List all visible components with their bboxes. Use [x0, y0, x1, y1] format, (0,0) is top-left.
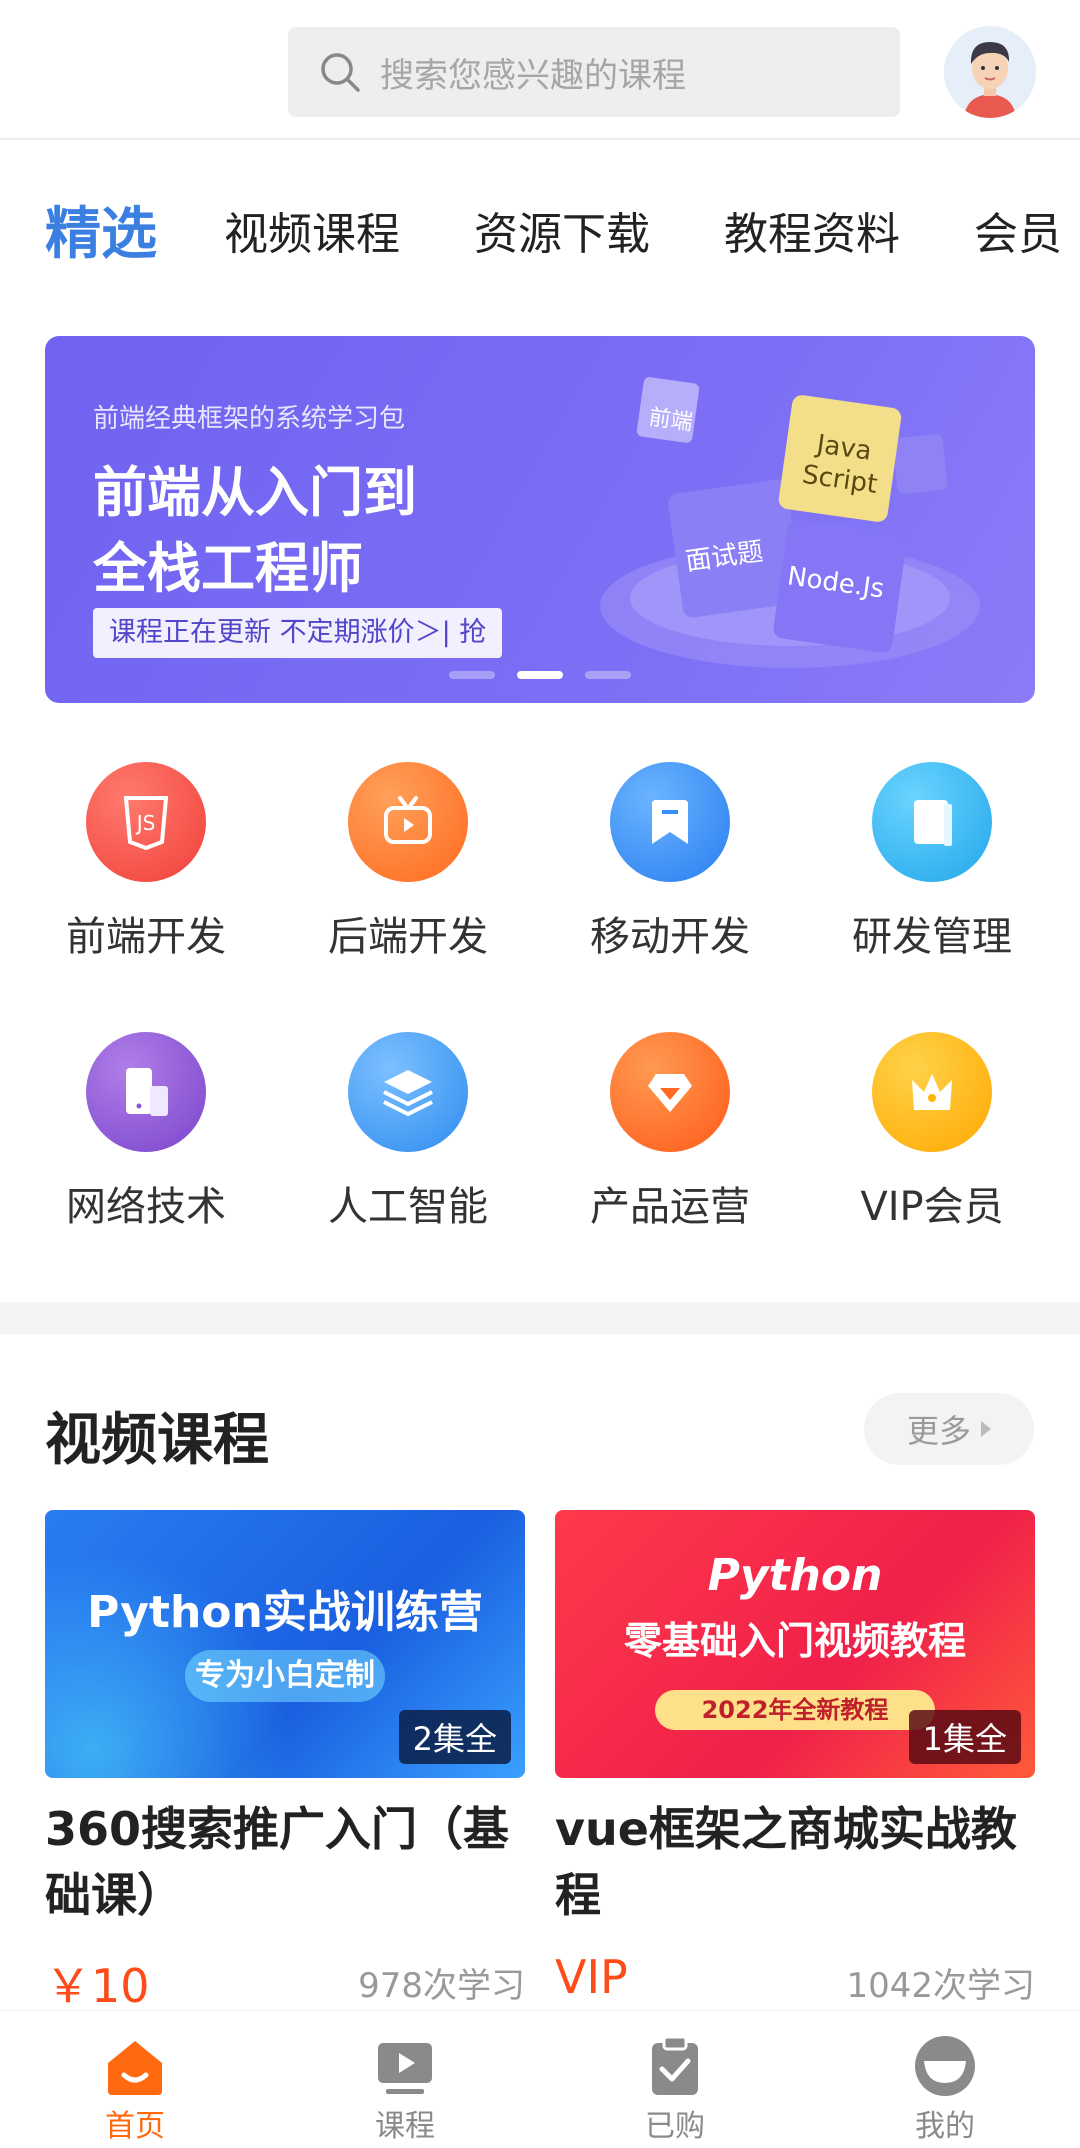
- episode-badge: 2集全: [398, 1710, 511, 1764]
- bookmark-icon: [610, 762, 730, 882]
- more-label: 更多: [906, 1412, 971, 1450]
- course-price: ￥10: [45, 1959, 150, 2013]
- devices-icon: [86, 1032, 206, 1152]
- nav-courses[interactable]: 课程: [305, 2011, 505, 2145]
- category-mobile[interactable]: 移动开发: [570, 762, 770, 962]
- banner-title-line2: 全栈工程师: [93, 537, 363, 600]
- tv-icon: [348, 762, 468, 882]
- more-button[interactable]: 更多: [864, 1393, 1034, 1465]
- carousel-dot-active[interactable]: [517, 671, 563, 679]
- promo-banner[interactable]: 前端 Java Script 面试题 Node.Js 前端经典框架的系统学习包 …: [45, 336, 1035, 703]
- category-label: VIP会员: [860, 1184, 1004, 1230]
- category-label: 研发管理: [852, 914, 1012, 960]
- carousel-dot[interactable]: [449, 671, 495, 679]
- banner-title-line1: 前端从入门到: [93, 461, 417, 524]
- thumb-title: Python实战训练营: [87, 1587, 483, 1638]
- tab-video-courses[interactable]: 视频课程: [224, 190, 400, 280]
- search-icon: [318, 50, 362, 94]
- chevron-right-icon: [981, 1421, 991, 1437]
- diamond-icon: [610, 1032, 730, 1152]
- tab-tutorial-materials[interactable]: 教程资料: [724, 190, 900, 280]
- top-bar: 搜索您感兴趣的课程: [0, 0, 1080, 140]
- course-study-count: 1042次学习: [846, 1966, 1035, 2006]
- search-placeholder: 搜索您感兴趣的课程: [380, 55, 686, 96]
- js-icon: JS: [86, 762, 206, 882]
- course-price: VIP: [555, 1950, 628, 2004]
- carousel-indicator: [449, 671, 631, 679]
- layers-icon: [348, 1032, 468, 1152]
- nav-label: 已购: [645, 2109, 705, 2144]
- nav-label: 课程: [375, 2109, 435, 2144]
- svg-text:JS: JS: [135, 811, 156, 835]
- category-label: 人工智能: [328, 1184, 488, 1230]
- thumb-line2: 零基础入门视频教程: [623, 1619, 966, 1663]
- category-label: 网络技术: [66, 1184, 226, 1230]
- tab-membership[interactable]: 会员: [974, 190, 1062, 280]
- nav-profile[interactable]: 我的: [845, 2011, 1045, 2145]
- course-card[interactable]: Python实战训练营 专为小白定制 2集全 360搜索推广入门（基础课） ￥1…: [45, 1510, 525, 2013]
- banner-subtitle: 前端经典框架的系统学习包: [93, 404, 406, 434]
- profile-icon: [910, 2031, 980, 2101]
- category-label: 产品运营: [590, 1184, 750, 1230]
- thumb-subtitle: 2022年全新教程: [655, 1690, 935, 1730]
- banner-tile-frontend: 前端: [647, 405, 695, 436]
- category-network[interactable]: 网络技术: [46, 1032, 246, 1232]
- section-divider: [0, 1302, 1080, 1334]
- thumb-title: Python: [707, 1550, 883, 1601]
- episode-badge: 1集全: [908, 1710, 1021, 1764]
- course-card[interactable]: Python 零基础入门视频教程 2022年全新教程 1集全 vue框架之商城实…: [555, 1510, 1035, 2006]
- category-label: 前端开发: [66, 914, 226, 960]
- video-icon: [370, 2031, 440, 2101]
- course-thumbnail: Python 零基础入门视频教程 2022年全新教程 1集全: [555, 1510, 1035, 1778]
- tab-featured[interactable]: 精选: [45, 190, 157, 280]
- category-vip[interactable]: VIP会员: [832, 1032, 1032, 1232]
- search-bar[interactable]: 搜索您感兴趣的课程: [288, 27, 900, 117]
- course-study-count: 978次学习: [358, 1966, 525, 2006]
- carousel-dot[interactable]: [585, 671, 631, 679]
- clipboard-check-icon: [640, 2031, 710, 2101]
- thumb-subtitle: 专为小白定制: [185, 1650, 385, 1702]
- category-rd-management[interactable]: 研发管理: [832, 762, 1032, 962]
- nav-home[interactable]: 首页: [35, 2011, 235, 2145]
- crown-icon: [872, 1032, 992, 1152]
- nav-purchased[interactable]: 已购: [575, 2011, 775, 2145]
- avatar[interactable]: [944, 26, 1036, 118]
- section-title: 视频课程: [45, 1408, 269, 1473]
- course-title: vue框架之商城实战教程: [555, 1802, 1017, 1922]
- banner-tile-javascript: Java Script: [800, 429, 880, 500]
- category-ai[interactable]: 人工智能: [308, 1032, 508, 1232]
- category-label: 移动开发: [590, 914, 750, 960]
- category-label: 后端开发: [328, 914, 488, 960]
- nav-label: 我的: [915, 2109, 975, 2144]
- category-tabs: 精选 视频课程 资源下载 教程资料 会员: [0, 190, 1080, 280]
- category-frontend[interactable]: JS 前端开发: [46, 762, 246, 962]
- course-thumbnail: Python实战训练营 专为小白定制 2集全: [45, 1510, 525, 1778]
- banner-cta[interactable]: 课程正在更新 不定期涨价＞| 抢: [93, 608, 503, 658]
- category-backend[interactable]: 后端开发: [308, 762, 508, 962]
- bottom-navigation: 首页 课程 已购 我的: [0, 2010, 1080, 2148]
- book-icon: [872, 762, 992, 882]
- category-product-ops[interactable]: 产品运营: [570, 1032, 770, 1232]
- nav-label: 首页: [105, 2109, 165, 2144]
- course-title: 360搜索推广入门（基础课）: [45, 1802, 510, 1922]
- tab-resource-download[interactable]: 资源下载: [474, 190, 650, 280]
- home-icon: [100, 2031, 170, 2101]
